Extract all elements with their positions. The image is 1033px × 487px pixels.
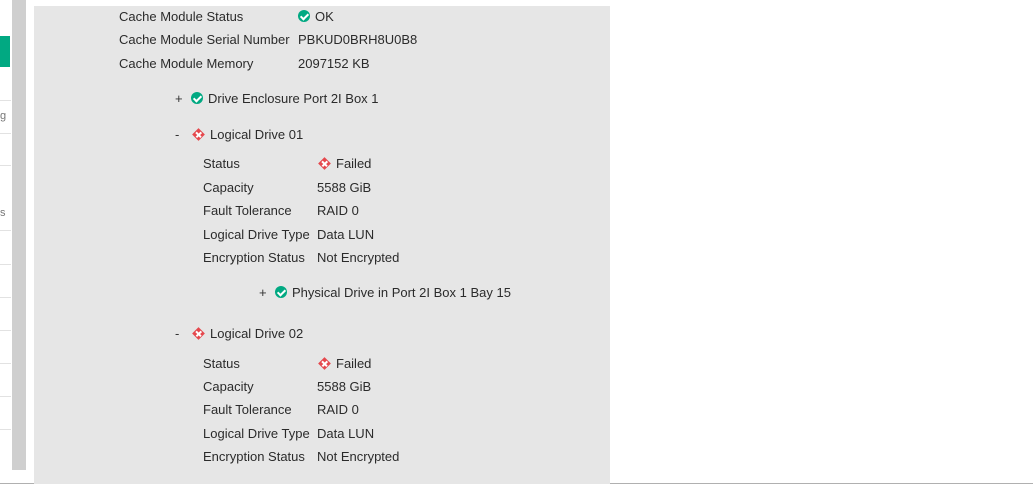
cache-memory-label: Cache Module Memory <box>119 55 254 71</box>
drive-enclosure-header[interactable]: + Drive Enclosure Port 2I Box 1 <box>175 89 379 107</box>
ld02-fault-value: RAID 0 <box>317 401 359 417</box>
cache-status-text: OK <box>315 8 334 24</box>
ok-check-icon <box>191 92 203 104</box>
storage-details-panel: Cache Module Status OK Cache Module Seri… <box>34 6 610 484</box>
ld01-encryption-value: Not Encrypted <box>317 249 400 265</box>
ld02-fault-row: Fault Tolerance RAID 0 <box>203 400 359 418</box>
ld02-status-text: Failed <box>336 355 372 371</box>
ld02-status-row: Status Failed <box>203 354 371 372</box>
sidebar-divider <box>0 429 11 430</box>
ld02-status-label: Status <box>203 355 240 371</box>
ld01-encryption-row: Encryption Status Not Encrypted <box>203 248 399 266</box>
ld01-capacity-label: Capacity <box>203 179 254 195</box>
physical-drive-title[interactable]: Physical Drive in Port 2I Box 1 Bay 15 <box>292 285 511 300</box>
sidebar-divider <box>0 330 11 331</box>
cache-status-value: OK <box>298 9 334 24</box>
expand-toggle[interactable]: + <box>259 285 275 300</box>
ok-check-icon <box>298 10 310 22</box>
cache-memory-row: Cache Module Memory 2097152 KB <box>119 54 370 72</box>
ld02-fault-label: Fault Tolerance <box>203 401 292 417</box>
cache-serial-value: PBKUD0BRH8U0B8 <box>298 31 418 47</box>
ld01-status-value: Failed <box>317 156 371 171</box>
ld01-fault-value: RAID 0 <box>317 202 359 218</box>
collapse-toggle[interactable]: - <box>175 326 191 341</box>
ld02-status-value: Failed <box>317 356 371 371</box>
logical-drive-01-header[interactable]: - Logical Drive 01 <box>175 125 303 143</box>
ld01-status-row: Status Failed <box>203 154 371 172</box>
sidebar-divider <box>0 264 11 265</box>
sidebar-active-indicator[interactable] <box>0 36 10 67</box>
ld02-encryption-value: Not Encrypted <box>317 448 400 464</box>
sidebar-divider <box>0 297 11 298</box>
ld02-capacity-value: 5588 GiB <box>317 378 372 394</box>
ld02-type-value: Data LUN <box>317 425 375 441</box>
ld01-fault-label: Fault Tolerance <box>203 202 292 218</box>
ok-check-icon <box>275 286 287 298</box>
cache-status-label: Cache Module Status <box>119 8 244 24</box>
ld02-capacity-label: Capacity <box>203 378 254 394</box>
ld01-fault-row: Fault Tolerance RAID 0 <box>203 201 359 219</box>
ld01-type-row: Logical Drive Type Data LUN <box>203 225 374 243</box>
failed-x-icon <box>192 127 205 141</box>
cache-serial-label: Cache Module Serial Number <box>119 31 290 47</box>
sidebar-divider <box>0 100 11 101</box>
failed-x-icon <box>318 356 331 370</box>
ld01-status-label: Status <box>203 155 240 171</box>
sidebar-divider <box>0 230 11 231</box>
ld01-capacity-value: 5588 GiB <box>317 179 372 195</box>
ld01-type-value: Data LUN <box>317 226 375 242</box>
cache-memory-value: 2097152 KB <box>298 55 370 71</box>
expand-toggle[interactable]: + <box>175 91 191 106</box>
logical-drive-02-title[interactable]: Logical Drive 02 <box>210 326 303 341</box>
ld01-type-label: Logical Drive Type <box>203 226 310 242</box>
ld02-encryption-label: Encryption Status <box>203 448 305 464</box>
physical-drive-header[interactable]: + Physical Drive in Port 2I Box 1 Bay 15 <box>259 283 511 301</box>
sidebar-divider <box>0 165 11 166</box>
sidebar-divider <box>0 363 11 364</box>
logical-drive-02-header[interactable]: - Logical Drive 02 <box>175 324 303 342</box>
drive-enclosure-title[interactable]: Drive Enclosure Port 2I Box 1 <box>208 91 379 106</box>
ld01-capacity-row: Capacity 5588 GiB <box>203 178 371 196</box>
ld02-encryption-row: Encryption Status Not Encrypted <box>203 447 399 465</box>
sidebar-divider <box>0 396 11 397</box>
cache-serial-row: Cache Module Serial Number PBKUD0BRH8U0B… <box>119 30 417 48</box>
failed-x-icon <box>318 156 331 170</box>
ld01-status-text: Failed <box>336 155 372 171</box>
failed-x-icon <box>192 326 205 340</box>
sidebar-item-clipped-label[interactable]: s <box>0 207 6 219</box>
ld01-encryption-label: Encryption Status <box>203 249 305 265</box>
logical-drive-01-title[interactable]: Logical Drive 01 <box>210 127 303 142</box>
scrollbar-track[interactable] <box>12 0 26 470</box>
cache-status-row: Cache Module Status OK <box>119 7 334 25</box>
ld02-type-label: Logical Drive Type <box>203 425 310 441</box>
sidebar-divider <box>0 133 11 134</box>
ld02-type-row: Logical Drive Type Data LUN <box>203 424 374 442</box>
collapse-toggle[interactable]: - <box>175 127 191 142</box>
ld02-capacity-row: Capacity 5588 GiB <box>203 377 371 395</box>
sidebar-item-clipped-label[interactable]: g <box>0 110 6 122</box>
